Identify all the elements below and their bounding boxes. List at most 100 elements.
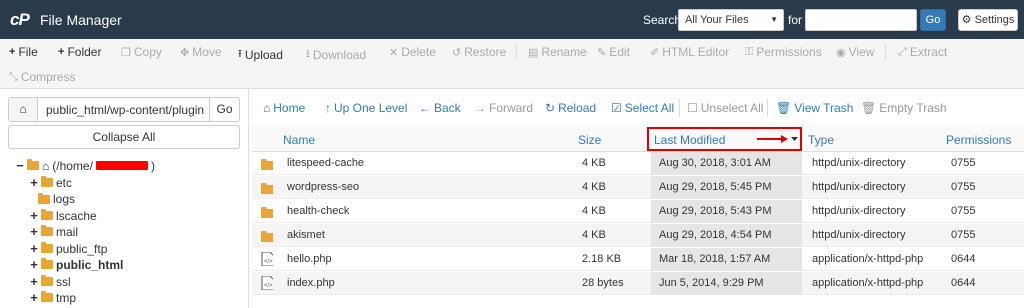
- file-permissions[interactable]: 0644: [951, 253, 975, 265]
- table-row[interactable]: wordpress-seo 4 KB Aug 29, 2018, 5:45 PM…: [252, 176, 1024, 199]
- file-permissions[interactable]: 0755: [951, 157, 975, 169]
- search-label: Search: [643, 13, 682, 27]
- settings-button[interactable]: ⚙ Settings: [958, 9, 1018, 31]
- move-label: Move: [192, 45, 222, 59]
- permissions-button[interactable]: ⚿ Permissions: [745, 45, 822, 59]
- view-button[interactable]: ◉ View: [836, 45, 874, 59]
- tree-item-label: public_html: [56, 257, 124, 272]
- back-button[interactable]: ← Back: [419, 101, 461, 115]
- tree-item-label: lscache: [56, 208, 97, 223]
- tree-item-lscache[interactable]: + lscache: [30, 208, 97, 223]
- table-row[interactable]: akismet 4 KB Aug 29, 2018, 4:54 PM httpd…: [252, 224, 1024, 247]
- tree-item-public-html[interactable]: + public_html: [30, 257, 123, 272]
- tree-item-public-ftp[interactable]: + public_ftp: [30, 241, 107, 256]
- plus-icon: +: [30, 175, 38, 190]
- arrow-right-icon: →: [474, 101, 486, 115]
- file-name[interactable]: hello.php: [287, 253, 332, 265]
- nav-home-button[interactable]: ⌂ Home: [263, 101, 305, 115]
- search-scope-select[interactable]: All Your Files ▼: [678, 9, 784, 31]
- file-permissions[interactable]: 0755: [951, 205, 975, 217]
- restore-button[interactable]: ↺ Restore: [452, 45, 506, 59]
- folder-open-icon: [27, 159, 39, 170]
- table-header: Name Size Last Modified Type Permissions: [252, 125, 1024, 152]
- path-input[interactable]: public_html/wp-content/plugin: [38, 97, 210, 122]
- path-go-button[interactable]: Go: [209, 97, 240, 122]
- table-row[interactable]: </> index.php 28 bytes Jun 5, 2014, 9:29…: [252, 272, 1024, 295]
- up-one-level-label: Up One Level: [334, 101, 408, 115]
- search-input[interactable]: [805, 9, 917, 31]
- close-icon: ✕: [389, 46, 399, 59]
- column-type-header[interactable]: Type: [808, 133, 834, 147]
- edit-button[interactable]: ✎ Edit: [597, 45, 630, 59]
- navigation-bar: ⌂ Home ↑ Up One Level ← Back → Forward ↻ Relo…: [252, 95, 1024, 121]
- search-go-button[interactable]: Go: [920, 9, 946, 31]
- refresh-icon: ↻: [545, 101, 556, 115]
- level-up-icon: ↑: [325, 101, 331, 115]
- table-row[interactable]: </> hello.php 2.18 KB Mar 18, 2018, 1:57…: [252, 248, 1024, 271]
- compress-button[interactable]: ⤡ Compress: [9, 70, 76, 84]
- folder-icon: [261, 159, 273, 170]
- up-one-level-button[interactable]: ↑ Up One Level: [325, 101, 407, 115]
- folder-icon: [41, 275, 53, 286]
- rename-button[interactable]: ▤ Rename: [528, 45, 587, 59]
- file-permissions[interactable]: 0644: [951, 277, 975, 289]
- tree-item-logs[interactable]: logs: [38, 192, 75, 206]
- column-name-header[interactable]: Name: [283, 133, 315, 147]
- new-file-button[interactable]: + File: [9, 45, 38, 59]
- copy-button[interactable]: ❐ Copy: [121, 45, 162, 59]
- move-button[interactable]: ✥ Move: [180, 45, 222, 59]
- pencil-icon: ✎: [597, 46, 607, 59]
- file-name[interactable]: wordpress-seo: [287, 181, 359, 193]
- collapse-all-button[interactable]: Collapse All: [8, 125, 240, 149]
- pane-divider[interactable]: [248, 89, 249, 308]
- extract-button[interactable]: ⤢ Extract: [898, 45, 947, 59]
- file-size: 4 KB: [582, 205, 606, 217]
- tree-item-label: logs: [53, 192, 76, 206]
- file-permissions[interactable]: 0755: [951, 181, 975, 193]
- delete-label: Delete: [401, 45, 436, 59]
- download-button[interactable]: ⭳ Download: [306, 45, 366, 64]
- tree-root[interactable]: − ⌂ (/home/): [16, 158, 155, 173]
- chevron-down-icon: ▼: [770, 15, 778, 24]
- file-name[interactable]: litespeed-cache: [287, 157, 364, 169]
- cpanel-logo[interactable]: cP: [10, 10, 34, 30]
- upload-button[interactable]: ⭱ Upload: [238, 45, 283, 64]
- tree-item-mail[interactable]: + mail: [30, 224, 78, 239]
- delete-button[interactable]: ✕ Delete: [389, 45, 436, 59]
- reload-button[interactable]: ↻ Reload: [545, 101, 596, 115]
- file-modified: Aug 29, 2018, 5:43 PM: [659, 205, 772, 217]
- sort-highlight-box: [647, 127, 802, 151]
- minus-icon: −: [16, 158, 24, 173]
- tree-root-label: (/home/: [52, 158, 93, 173]
- forward-button[interactable]: → Forward: [474, 101, 533, 115]
- folder-icon: [41, 242, 53, 253]
- file-name[interactable]: health-check: [287, 205, 349, 217]
- file-icon: ▤: [528, 46, 539, 59]
- html-editor-button[interactable]: ✐ HTML Editor: [650, 45, 729, 59]
- empty-trash-button[interactable]: 🗑 Empty Trash: [861, 101, 947, 115]
- file-size: 4 KB: [582, 229, 606, 241]
- new-file-label: File: [18, 45, 38, 59]
- new-folder-button[interactable]: + Folder: [58, 45, 101, 59]
- column-permissions-header[interactable]: Permissions: [946, 133, 1011, 147]
- edit-label: Edit: [609, 45, 630, 59]
- tree-item-etc[interactable]: + etc: [30, 175, 72, 190]
- column-size-header[interactable]: Size: [578, 133, 601, 147]
- select-all-button[interactable]: ☑ Select All: [611, 101, 674, 115]
- file-permissions[interactable]: 0755: [951, 229, 975, 241]
- extract-label: Extract: [909, 45, 948, 59]
- settings-label: Settings: [974, 14, 1015, 26]
- svg-text:</>: </>: [264, 283, 273, 289]
- view-trash-button[interactable]: 🗑 View Trash: [776, 101, 853, 115]
- unselect-all-button[interactable]: ☐ Unselect All: [687, 101, 763, 115]
- php-file-icon: </>: [261, 276, 273, 290]
- tree-item-tmp[interactable]: + tmp: [30, 290, 76, 305]
- table-row[interactable]: health-check 4 KB Aug 29, 2018, 5:43 PM …: [252, 200, 1024, 223]
- file-name[interactable]: akismet: [287, 229, 325, 241]
- home-directory-button[interactable]: ⌂: [8, 97, 38, 122]
- file-name[interactable]: index.php: [287, 277, 335, 289]
- file-type: application/x-httpd-php: [812, 253, 924, 265]
- table-row[interactable]: litespeed-cache 4 KB Aug 30, 2018, 3:01 …: [252, 152, 1024, 175]
- plus-icon: +: [30, 241, 38, 256]
- tree-item-ssl[interactable]: + ssl: [30, 274, 70, 289]
